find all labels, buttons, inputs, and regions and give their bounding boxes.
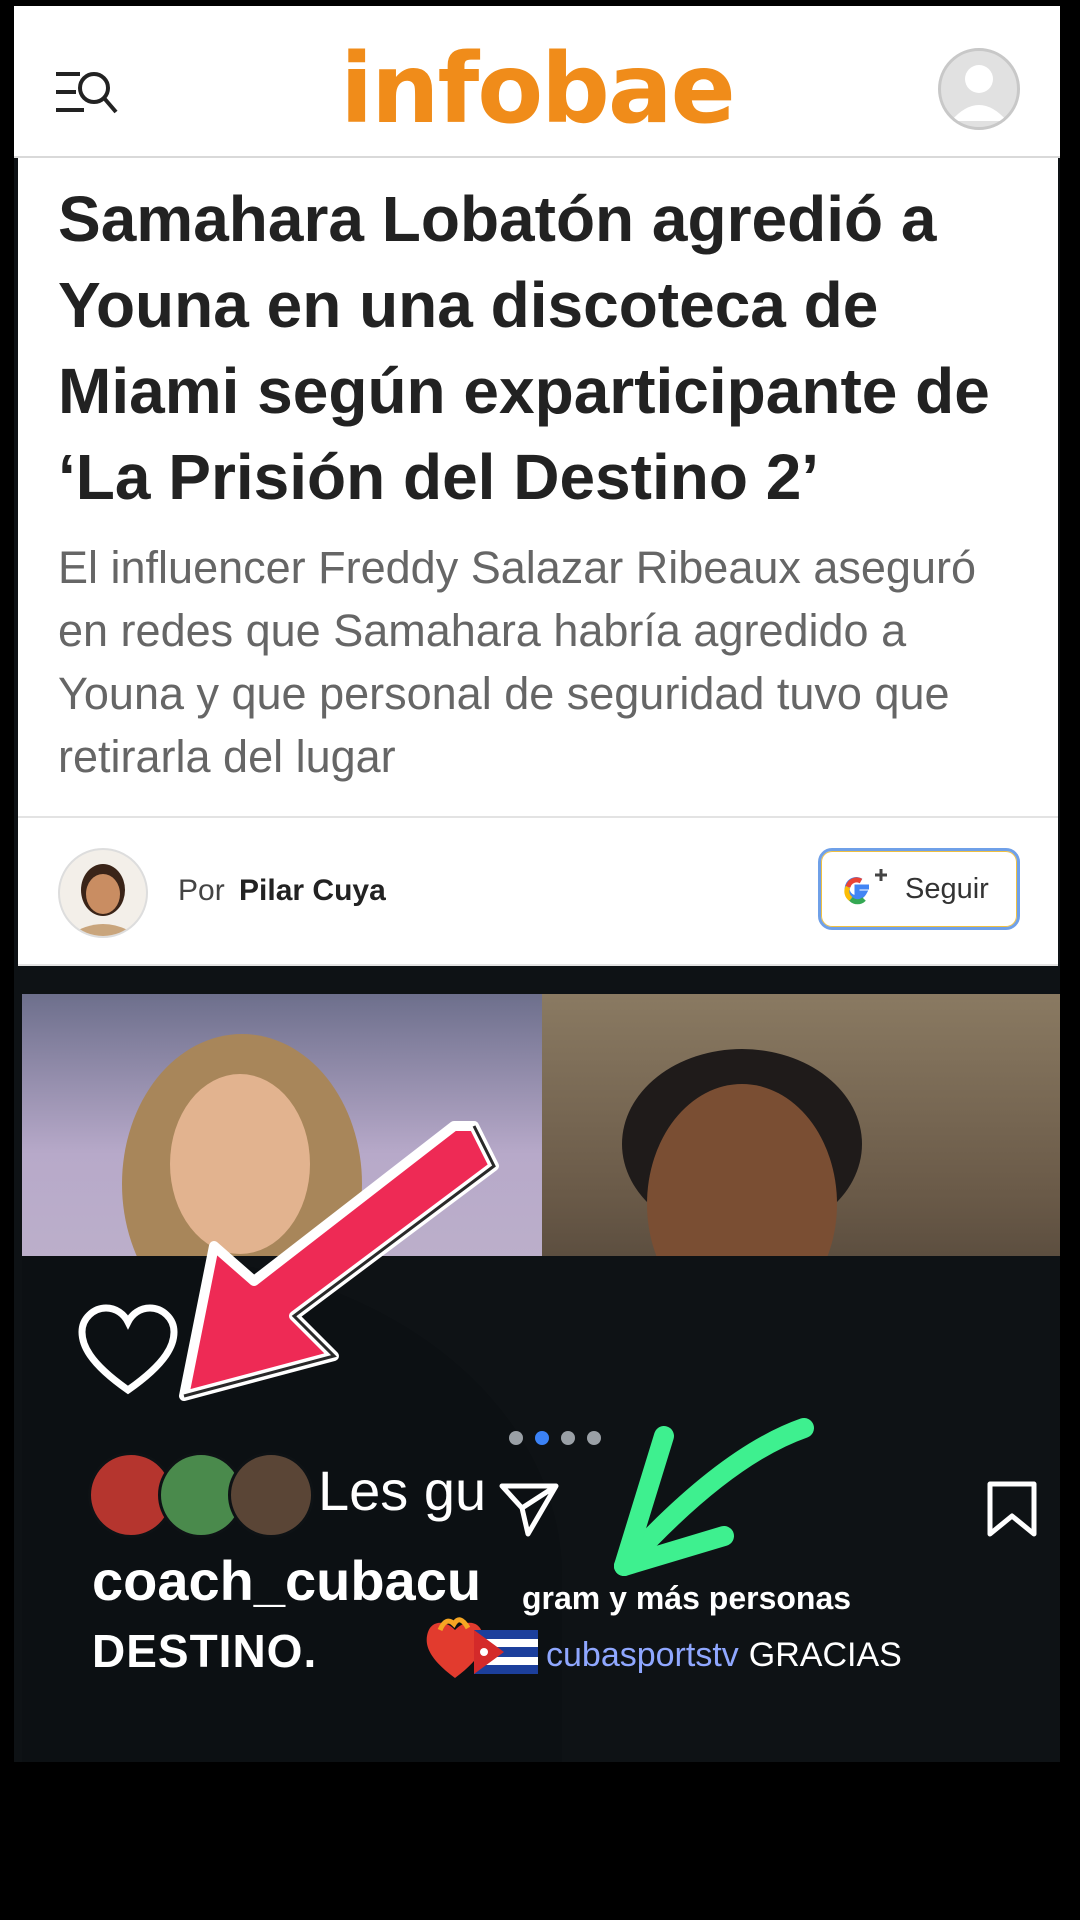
subheadline: El influencer Freddy Salazar Ribeaux ase…: [58, 542, 976, 782]
carousel-dot[interactable]: [509, 1431, 523, 1445]
google-plus-icon: [844, 869, 887, 905]
user-avatar-icon[interactable]: [938, 48, 1020, 130]
liked-by-avatars[interactable]: [88, 1452, 314, 1538]
post-caption: DESTINO.: [92, 1625, 318, 1677]
author-photo[interactable]: [58, 848, 148, 938]
carousel-dots: [509, 1431, 613, 1447]
likes-text[interactable]: Les gu: [318, 1458, 486, 1523]
avatar: [228, 1452, 314, 1538]
article: Samahara Lobatón agredió a Youna en una …: [18, 158, 1058, 966]
byline: Por Pilar Cuya: [178, 874, 386, 908]
bookmark-icon[interactable]: [986, 1480, 1038, 1538]
carousel-dot[interactable]: [587, 1431, 601, 1445]
byline-prefix: Por: [178, 874, 225, 907]
follow-label: Seguir: [905, 873, 989, 905]
author-name[interactable]: Pilar Cuya: [239, 874, 386, 907]
top-bar: infobae: [14, 6, 1060, 158]
carousel-dot[interactable]: [561, 1431, 575, 1445]
screen-frame: infobae Samahara Lobatón agredió a Youna…: [14, 6, 1060, 1762]
like-heart-icon[interactable]: [78, 1304, 178, 1396]
share-send-icon[interactable]: [498, 1480, 560, 1538]
mention-rest: GRACIAS: [748, 1636, 902, 1674]
divider: [18, 816, 1058, 818]
mention-handle[interactable]: cubasportstv: [546, 1636, 739, 1674]
post-username[interactable]: coach_cubacu: [92, 1548, 481, 1613]
divider: [18, 964, 1058, 966]
carousel-dot-active[interactable]: [535, 1431, 549, 1445]
liked-by-more[interactable]: gram y más personas: [522, 1580, 851, 1617]
headline[interactable]: Samahara Lobatón agredió a Youna en una …: [58, 176, 1018, 520]
green-arrow-annotation: [604, 1416, 824, 1576]
google-follow-button[interactable]: Seguir: [818, 848, 1020, 930]
site-logo[interactable]: infobae: [14, 34, 1060, 144]
cuba-flag-icon: [474, 1630, 538, 1674]
red-arrow-annotation: [174, 1096, 514, 1416]
caption-mention[interactable]: cubasportstv GRACIAS: [546, 1636, 902, 1675]
